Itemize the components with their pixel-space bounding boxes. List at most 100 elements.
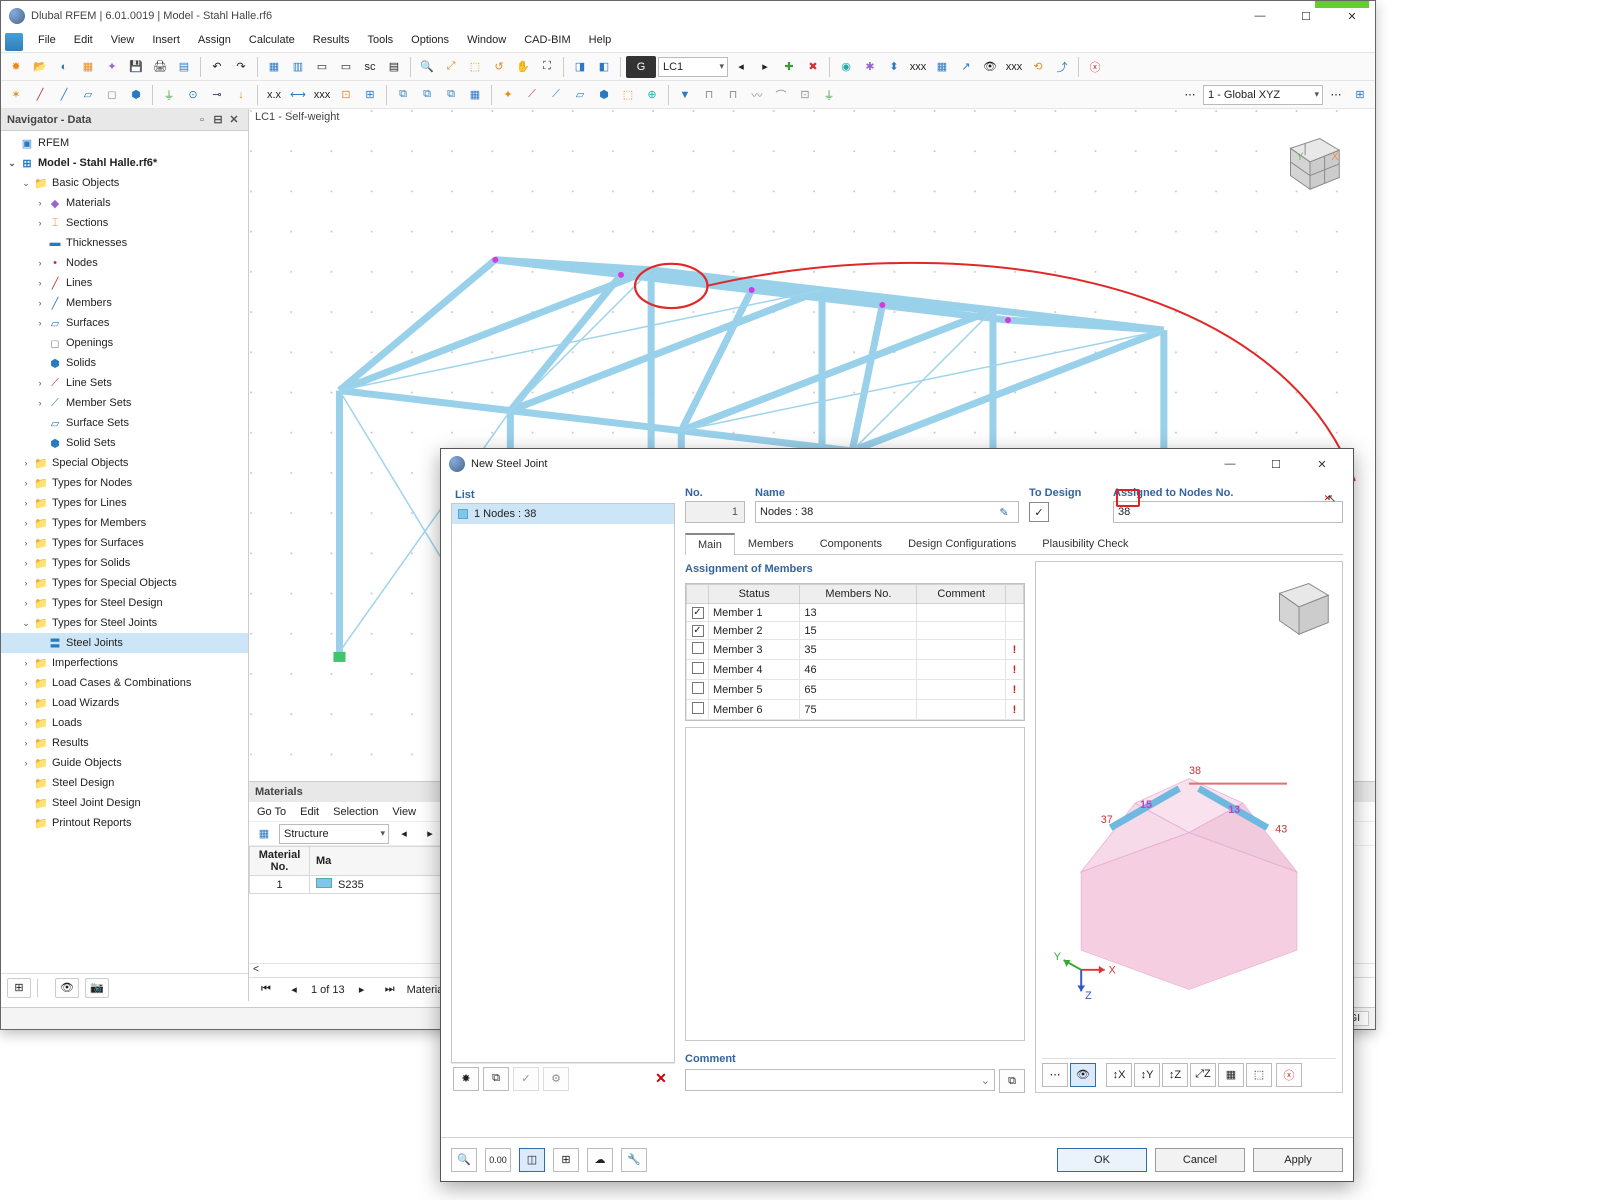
list-delete-icon[interactable]: ✕: [649, 1070, 673, 1087]
tree-item[interactable]: ›📁Types for Members: [1, 513, 248, 533]
undo-icon[interactable]: ↶: [206, 56, 228, 78]
menu-cadbim[interactable]: CAD-BIM: [515, 31, 579, 52]
footer-view2-icon[interactable]: ⊞: [553, 1148, 579, 1172]
display3-icon[interactable]: ⬍: [883, 56, 905, 78]
tree-item[interactable]: ›📁Types for Lines: [1, 493, 248, 513]
footer-units-icon[interactable]: 0.00: [485, 1148, 511, 1172]
gen2-icon[interactable]: ⟋: [521, 84, 543, 106]
comment-options-icon[interactable]: ⧉: [999, 1069, 1025, 1093]
solid-tool-icon[interactable]: ⬢: [125, 84, 147, 106]
results-icon[interactable]: ▤: [383, 56, 405, 78]
cancel-button[interactable]: Cancel: [1155, 1148, 1245, 1172]
last-icon[interactable]: ⊞: [1349, 84, 1371, 106]
member-row[interactable]: Member 675!: [687, 700, 1024, 720]
opening-tool-icon[interactable]: ◻: [101, 84, 123, 106]
beam1-icon[interactable]: ⊓: [698, 84, 720, 106]
gen3-icon[interactable]: ⟋: [545, 84, 567, 106]
gen7-icon[interactable]: ⊕: [641, 84, 663, 106]
materials-table-icon[interactable]: ▦: [253, 823, 275, 845]
tree-item[interactable]: ›📁Load Wizards: [1, 693, 248, 713]
display9-icon[interactable]: ⟲: [1027, 56, 1049, 78]
loadcase-combo[interactable]: LC1: [658, 57, 728, 77]
materials-prev-icon[interactable]: ◂: [393, 823, 415, 845]
tree-item[interactable]: 📁Printout Reports: [1, 813, 248, 833]
wizard-icon[interactable]: ✦: [101, 56, 123, 78]
pager-next-icon[interactable]: ▸: [351, 979, 373, 1001]
gen6-icon[interactable]: ⬚: [617, 84, 639, 106]
beam6-icon[interactable]: ⏚: [818, 84, 840, 106]
dialog-close-button[interactable]: ✕: [1299, 449, 1345, 479]
member-row[interactable]: ✓Member 113: [687, 604, 1024, 622]
name-field[interactable]: Nodes : 38 ✎: [755, 501, 1019, 523]
lc-prev-icon[interactable]: ◂: [730, 56, 752, 78]
display6-icon[interactable]: ↗: [955, 56, 977, 78]
zoom-icon[interactable]: 🔍: [416, 56, 438, 78]
preview-orientation-cube[interactable]: [1260, 566, 1338, 644]
nav-eye-icon[interactable]: 👁: [55, 978, 79, 998]
pv-viewx-icon[interactable]: ↕X: [1106, 1063, 1132, 1087]
print-icon[interactable]: 🖨: [149, 56, 171, 78]
materials-structure-combo[interactable]: Structure: [279, 824, 389, 844]
navigator-float-icon[interactable]: ▫: [194, 114, 210, 126]
pv-tool1-icon[interactable]: ⋯: [1042, 1063, 1068, 1087]
pick-node-icon[interactable]: ✕↖: [1319, 489, 1341, 507]
gen5-icon[interactable]: ⬢: [593, 84, 615, 106]
lc-new-icon[interactable]: ✚: [778, 56, 800, 78]
footer-view4-icon[interactable]: 🔧: [621, 1148, 647, 1172]
member-checkbox[interactable]: [692, 682, 704, 694]
tree-item[interactable]: ›╱Members: [1, 293, 248, 313]
tree-item[interactable]: ›⌶Sections: [1, 213, 248, 233]
calc-icon[interactable]: ▭: [311, 56, 333, 78]
tree-item[interactable]: ▬Thicknesses: [1, 233, 248, 253]
block-icon[interactable]: ▦: [77, 56, 99, 78]
gen4-icon[interactable]: ▱: [569, 84, 591, 106]
menu-view[interactable]: View: [102, 31, 144, 52]
materials-selection[interactable]: Selection: [333, 806, 378, 818]
lc-next-icon[interactable]: ▸: [754, 56, 776, 78]
member-row[interactable]: Member 335!: [687, 640, 1024, 660]
beam3-icon[interactable]: 〰: [746, 84, 768, 106]
menu-edit[interactable]: Edit: [65, 31, 102, 52]
save-icon[interactable]: 💾: [125, 56, 147, 78]
tree-item[interactable]: ›📁Types for Surfaces: [1, 533, 248, 553]
list-new-icon[interactable]: ✸: [453, 1067, 479, 1091]
nav-camera-icon[interactable]: 📷: [85, 978, 109, 998]
materials-view[interactable]: View: [392, 806, 416, 818]
tab-components[interactable]: Components: [807, 533, 895, 555]
gen1-icon[interactable]: ✦: [497, 84, 519, 106]
comment-field[interactable]: ⌄: [685, 1069, 995, 1091]
members-table[interactable]: Status Members No. Comment ✓Member 113✓M…: [685, 583, 1025, 721]
menu-results[interactable]: Results: [304, 31, 359, 52]
footer-view3-icon[interactable]: ☁: [587, 1148, 613, 1172]
menu-tools[interactable]: Tools: [358, 31, 402, 52]
member-checkbox[interactable]: [692, 662, 704, 674]
menu-options[interactable]: Options: [402, 31, 458, 52]
display5-icon[interactable]: ▦: [931, 56, 953, 78]
zoom-prev-icon[interactable]: ↺: [488, 56, 510, 78]
extents-icon[interactable]: ⛶: [536, 56, 558, 78]
member-checkbox[interactable]: ✓: [692, 625, 704, 637]
display7-icon[interactable]: 👁: [979, 56, 1001, 78]
materials-edit[interactable]: Edit: [300, 806, 319, 818]
member-row[interactable]: Member 446!: [687, 660, 1024, 680]
set3-icon[interactable]: ⧉: [440, 84, 462, 106]
tree-item[interactable]: 📁Steel Design: [1, 773, 248, 793]
redo-icon[interactable]: ↷: [230, 56, 252, 78]
dim3-icon[interactable]: xxx: [311, 84, 333, 106]
pv-viewz-icon[interactable]: ↕Z: [1162, 1063, 1188, 1087]
minimize-button[interactable]: —: [1237, 1, 1283, 31]
nav-views-icon[interactable]: ⊞: [7, 978, 31, 998]
line-tool-icon[interactable]: ╱: [29, 84, 51, 106]
tree-item[interactable]: ›📁Types for Nodes: [1, 473, 248, 493]
lc-del-icon[interactable]: ✖: [802, 56, 824, 78]
dim4-icon[interactable]: ⊡: [335, 84, 357, 106]
pv-viewy-icon[interactable]: ↕Y: [1134, 1063, 1160, 1087]
table1-icon[interactable]: ▦: [263, 56, 285, 78]
pv-render-icon[interactable]: ▦: [1218, 1063, 1244, 1087]
node-tool-icon[interactable]: ✶: [5, 84, 27, 106]
member-checkbox[interactable]: [692, 642, 704, 654]
hinge-tool-icon[interactable]: ⊙: [182, 84, 204, 106]
toolbar-overflow2-icon[interactable]: ⋯: [1325, 84, 1347, 106]
tab-plausibility[interactable]: Plausibility Check: [1029, 533, 1141, 555]
dim5-icon[interactable]: ⊞: [359, 84, 381, 106]
